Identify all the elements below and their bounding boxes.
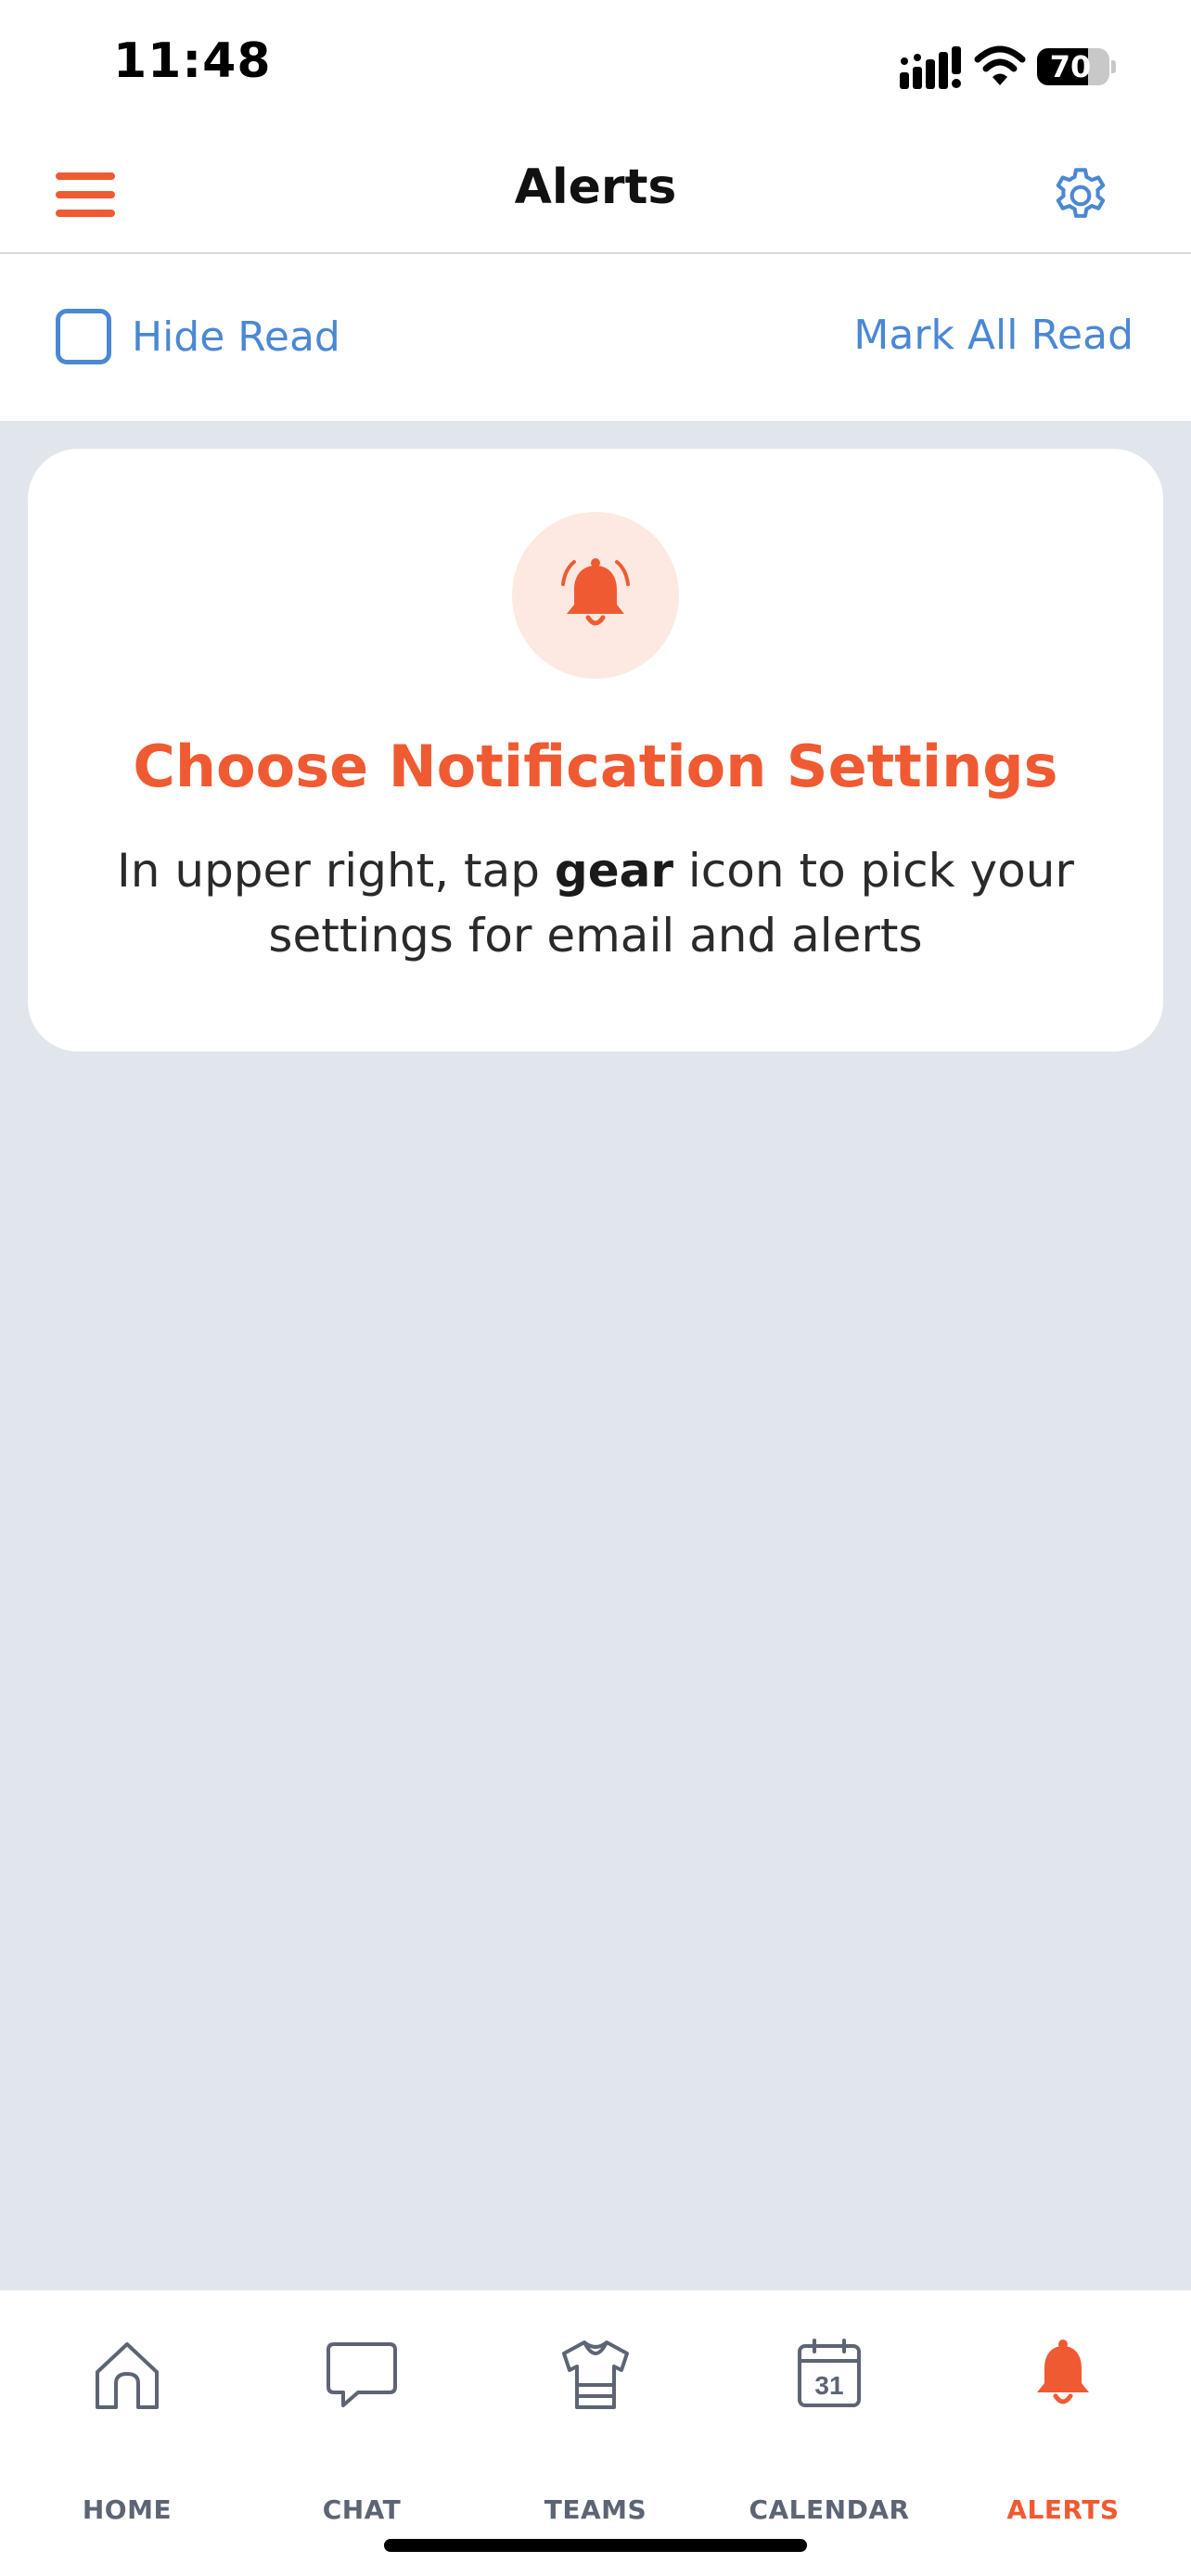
nav-item-teams[interactable]: TEAMS [493, 2337, 698, 2525]
bell-icon [561, 558, 630, 626]
nav-label-chat: CHAT [322, 2494, 402, 2525]
hamburger-menu-icon[interactable] [52, 163, 122, 228]
wifi-icon [974, 45, 1026, 85]
nav-label-teams: TEAMS [544, 2494, 647, 2525]
calendar-icon-day: 31 [814, 2371, 843, 2400]
status-bar: 11:48 70 [0, 0, 1191, 139]
bottom-nav: HOME CHAT TEAMS 31 CALENDAR ALERTS [0, 2290, 1191, 2576]
nav-item-home[interactable]: HOME [25, 2337, 229, 2525]
notice-body: In upper right, tap gear icon to pick yo… [83, 838, 1108, 968]
alerts-toolbar: Hide Read Mark All Read [0, 254, 1191, 421]
hide-read-toggle[interactable]: Hide Read [56, 304, 340, 369]
app-header: Alerts [0, 139, 1191, 254]
notice-body-prefix: In upper right, tap [117, 844, 555, 898]
calendar-icon: 31 [798, 2339, 861, 2407]
page-title: Alerts [514, 159, 677, 215]
mark-all-read-button[interactable]: Mark All Read [853, 312, 1133, 359]
battery-icon: 70 [1037, 48, 1116, 85]
gear-icon[interactable] [1048, 163, 1113, 228]
cellular-signal-icon [900, 46, 961, 89]
home-indicator [384, 2539, 807, 2552]
nav-label-home: HOME [82, 2494, 173, 2525]
jersey-icon [562, 2340, 629, 2409]
notice-title: Choose Notification Settings [133, 733, 1058, 800]
nav-item-chat[interactable]: CHAT [260, 2337, 464, 2525]
home-icon [96, 2342, 159, 2409]
notice-body-bold: gear [554, 844, 674, 898]
nav-label-calendar: CALENDAR [749, 2494, 910, 2525]
bell-icon [1037, 2340, 1089, 2404]
notification-settings-card: Choose Notification Settings In upper ri… [28, 449, 1163, 1052]
nav-item-alerts[interactable]: ALERTS [961, 2337, 1165, 2525]
status-time: 11:48 [113, 33, 272, 89]
nav-label-alerts: ALERTS [1006, 2494, 1120, 2525]
hide-read-label: Hide Read [132, 312, 340, 361]
hide-read-checkbox[interactable] [56, 309, 111, 364]
battery-percent: 70 [1049, 49, 1092, 84]
bell-badge [512, 512, 679, 679]
nav-item-calendar[interactable]: 31 CALENDAR [727, 2337, 931, 2525]
chat-bubble-icon [327, 2342, 397, 2407]
